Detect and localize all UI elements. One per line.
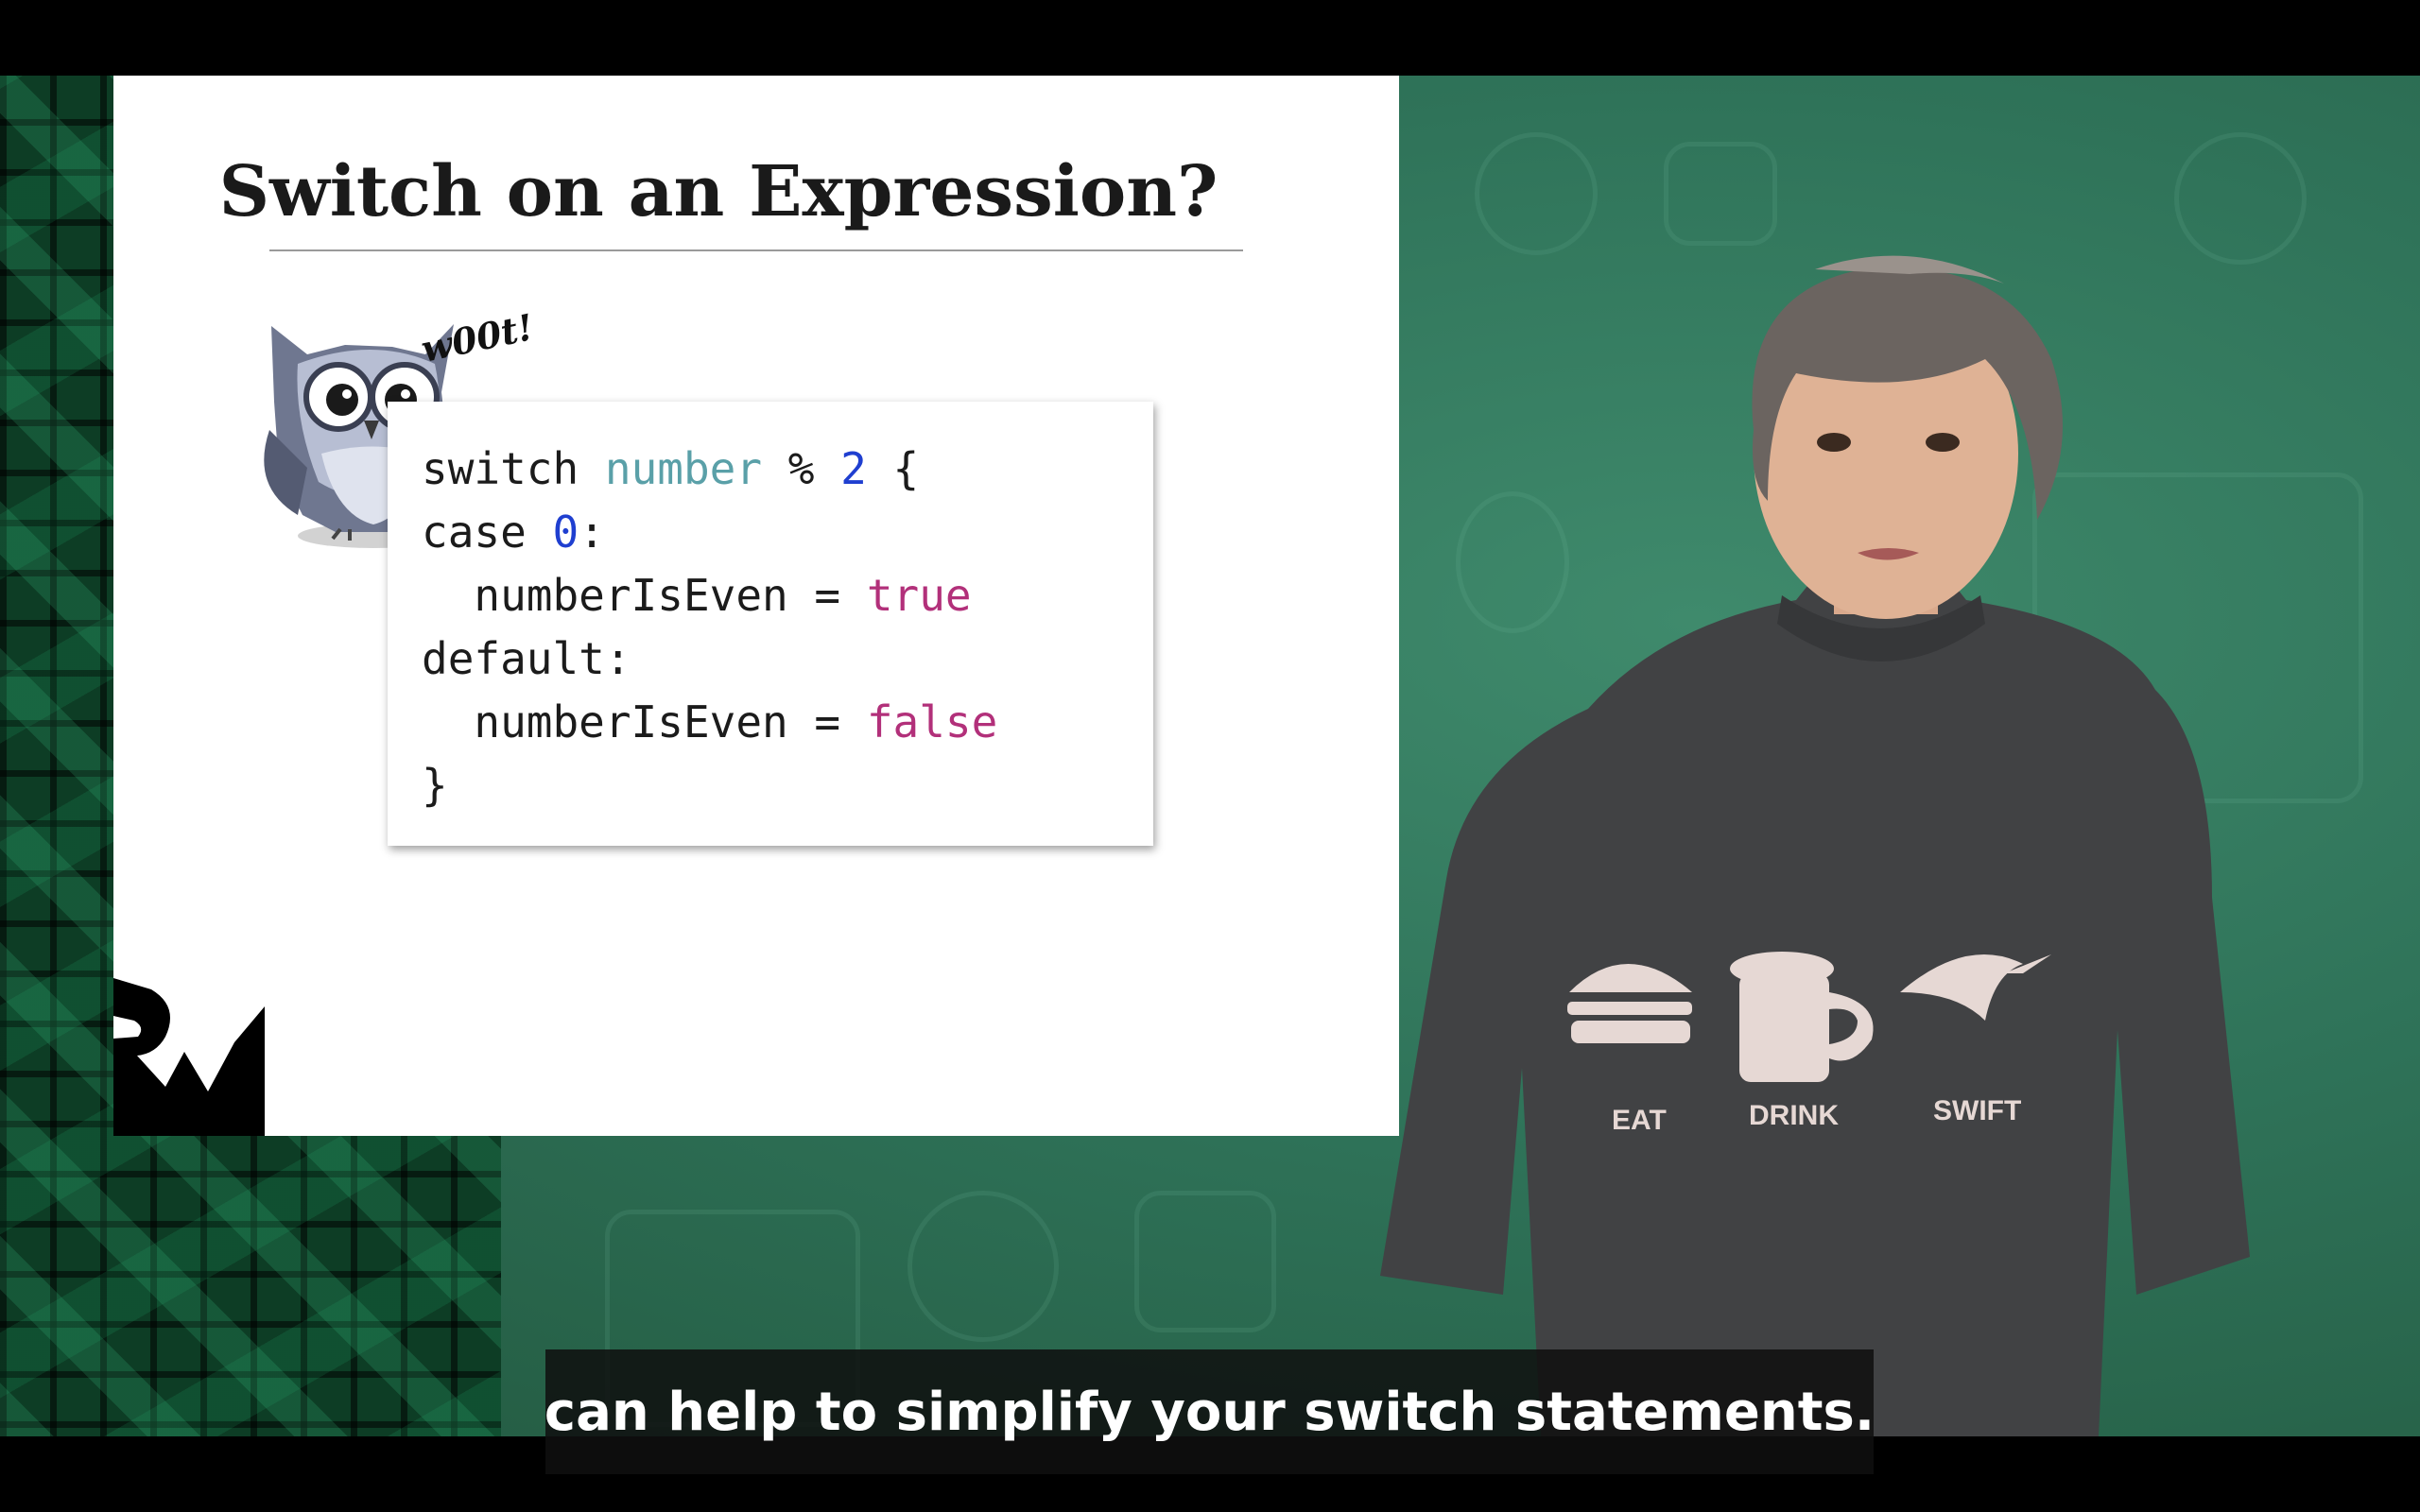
code-token: { xyxy=(866,443,920,494)
code-token: 2 xyxy=(840,443,867,494)
code-token: % xyxy=(762,443,841,494)
slide-title: Switch on an Expression? xyxy=(218,151,1219,232)
code-snippet-card: switch number % 2 { case 0: numberIsEven… xyxy=(388,402,1153,846)
code-token: : xyxy=(579,507,605,558)
code-token: default: xyxy=(422,633,631,684)
rw-logo-icon xyxy=(113,978,265,1136)
code-token: false xyxy=(866,696,998,747)
title-divider xyxy=(269,249,1243,251)
video-frame[interactable]: Switch on an Expression? w00t! switch nu… xyxy=(0,76,2420,1436)
bg-doodle xyxy=(1134,1191,1276,1332)
shirt-label-drink: DRINK xyxy=(1749,1100,1839,1131)
subtitle-caption-text: can help to simplify your switch stateme… xyxy=(544,1381,1876,1443)
code-token: } xyxy=(422,760,448,811)
code-token: true xyxy=(866,570,972,621)
code-token: numberIsEven = xyxy=(422,570,867,621)
code-token: 0 xyxy=(552,507,579,558)
code-token: switch xyxy=(422,443,605,494)
subtitle-caption-box: can help to simplify your switch stateme… xyxy=(544,1349,1876,1474)
code-token: case xyxy=(422,507,553,558)
presenter-figure: EAT DRINK SWIFT xyxy=(1380,255,2250,1436)
shirt-label-swift: SWIFT xyxy=(1933,1095,2021,1126)
code-token: numberIsEven = xyxy=(422,696,867,747)
shirt-label-eat: EAT xyxy=(1612,1105,1667,1136)
code-token: number xyxy=(604,443,763,494)
code-block: switch number % 2 { case 0: numberIsEven… xyxy=(422,438,997,817)
bg-doodle xyxy=(908,1191,1059,1342)
lecture-slide: Switch on an Expression? w00t! switch nu… xyxy=(113,76,1399,1136)
